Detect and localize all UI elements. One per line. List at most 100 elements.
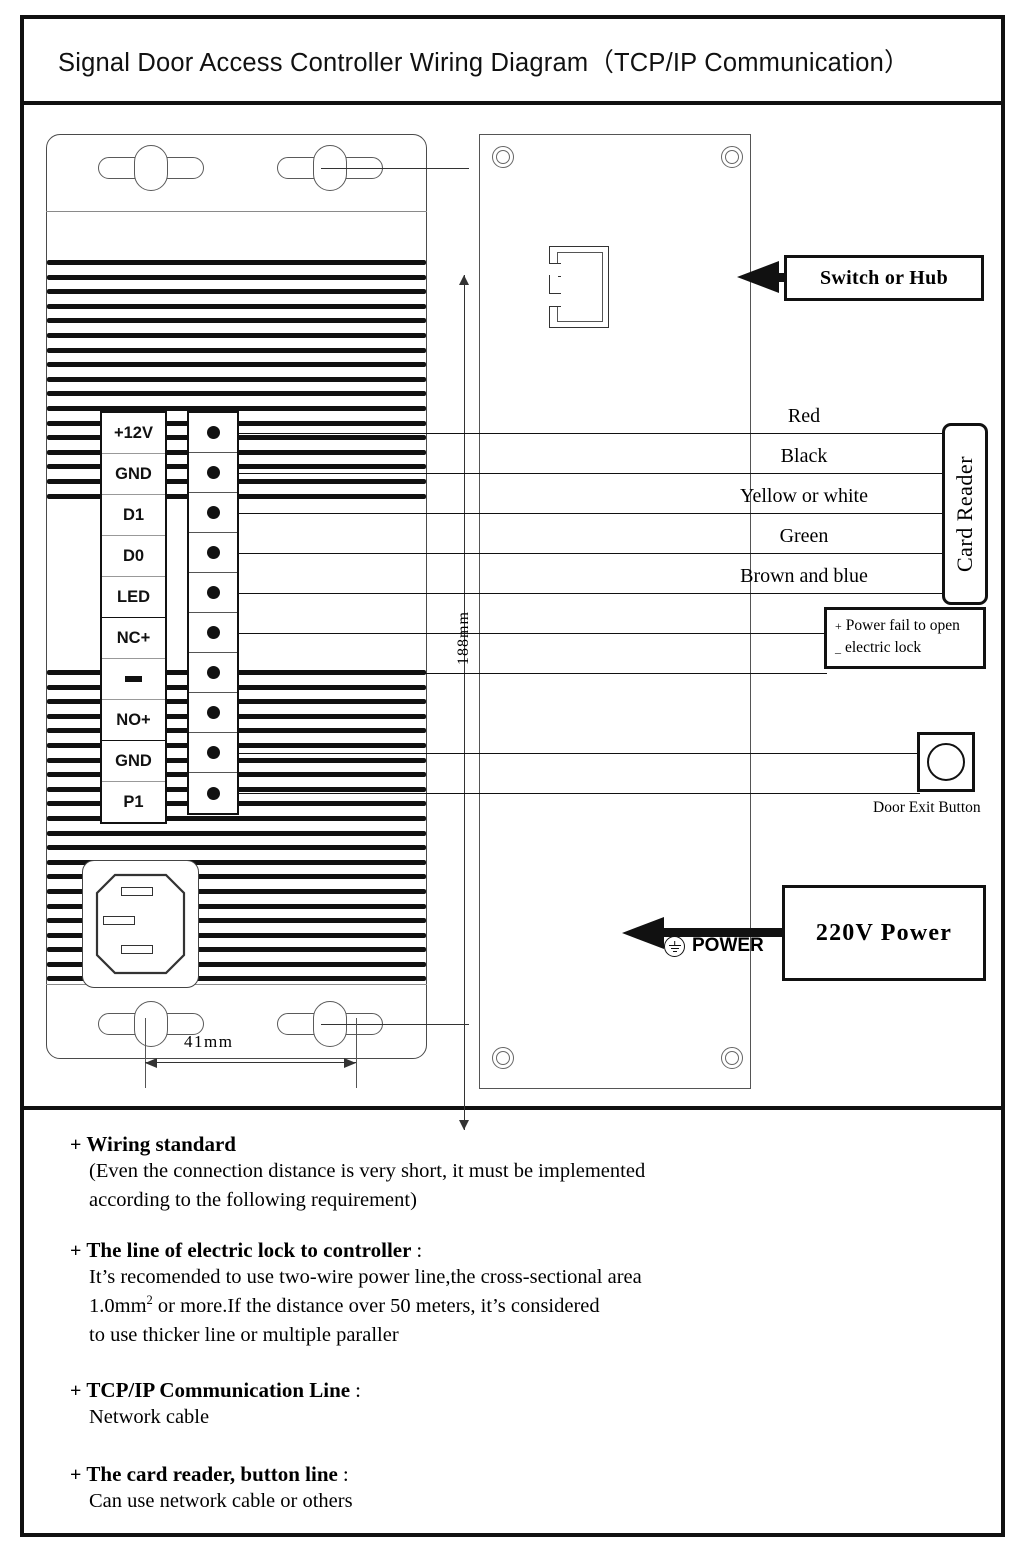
wire-card-reader-0: [239, 433, 945, 434]
note-heading-3: + The card reader, button line:: [70, 1462, 353, 1487]
note-item-0: + Wiring standard (Even the connection dis…: [70, 1132, 645, 1215]
terminal-label-12v-0: +12V: [114, 423, 153, 442]
terminal-dot-icon: [206, 586, 220, 599]
dimension-height-label: 188mm: [454, 611, 472, 665]
terminal-dot-icon: [206, 706, 220, 719]
screw-hole-bottom-left: [492, 1047, 514, 1069]
terminal-dot-icon: [206, 506, 220, 519]
wire-electric-lock-positive: [239, 633, 827, 634]
wire-card-reader-1: [239, 473, 945, 474]
terminal-dot-icon: [206, 626, 220, 639]
switch-arrow-head: [737, 261, 779, 293]
wire-label-red: Red: [787, 405, 821, 427]
terminal-dot-icon: [206, 746, 220, 759]
note-heading-text: The card reader, button line: [86, 1462, 338, 1486]
note-line-1-2: to use thicker line or multiple paraller: [89, 1324, 399, 1347]
terminal-label-gnd-8: GND: [102, 740, 165, 781]
note-item-2: + TCP/IP Communication Line: Network cable: [70, 1378, 361, 1432]
note-heading-1: + The line of electric lock to controller…: [70, 1238, 642, 1263]
note-bullet-icon: +: [70, 1240, 82, 1262]
note-heading-suffix: :: [355, 1378, 361, 1402]
electric-lock-plus-sign: +: [835, 619, 842, 633]
terminal-label-d0-3: D0: [102, 535, 165, 576]
wire-electric-lock-negative: [239, 673, 827, 674]
heatsink-fin: [47, 376, 426, 382]
note-heading-0: + Wiring standard: [70, 1132, 645, 1157]
terminal-label-p1-9: P1: [102, 781, 165, 822]
terminal-label-no-7: NO+: [102, 699, 165, 740]
terminal-label--6: [102, 658, 165, 699]
dimension-width-label: 41mm: [184, 1032, 234, 1051]
power-arrow-head: [622, 917, 664, 949]
dim-lead-top: [321, 168, 469, 169]
terminal-label-nc-5: NC+: [102, 617, 165, 658]
heatsink-fin: [47, 845, 426, 851]
note-line-0-0: (Even the connection distance is very sh…: [89, 1160, 646, 1182]
dim-ext-right: [356, 1018, 357, 1088]
note-heading-suffix: :: [342, 1462, 349, 1486]
heatsink-fin: [47, 332, 426, 338]
note-item-3: + The card reader, button line: Can use ne…: [70, 1462, 353, 1516]
heatsink-fin: [47, 260, 426, 265]
note-heading-text: TCP/IP Communication Line: [86, 1378, 351, 1402]
note-heading-suffix: :: [416, 1238, 423, 1262]
door-exit-button-icon: [917, 732, 975, 792]
note-line-1-1: 1.0mm2 or more.If the distance over 50 m…: [89, 1293, 600, 1318]
terminal-label-column: +12V GND D1 D0 LED NC+ NO+ GND P1: [100, 411, 167, 824]
wire-label-green: Green: [779, 525, 829, 547]
dimension-line-width: [145, 1058, 356, 1068]
rj45-jack-icon: [549, 246, 609, 328]
wire-exit-button-gnd: [239, 753, 920, 754]
note-heading-text: Wiring standard: [86, 1132, 236, 1156]
ground-symbol-icon: [664, 935, 685, 957]
electric-lock-minus-sign: _: [835, 641, 841, 655]
note-bullet-icon: +: [70, 1134, 82, 1156]
electric-lock-line-1: Power fail to open: [845, 617, 960, 634]
terminal-dot-icon: [206, 666, 220, 679]
terminal-pin-7[interactable]: [189, 693, 237, 733]
electric-lock-callout: + Power fail to open _ electric lock: [824, 607, 986, 669]
note-heading-2: + TCP/IP Communication Line:: [70, 1378, 361, 1403]
wire-exit-button-p1: [239, 793, 920, 794]
terminal-pin-2[interactable]: [189, 493, 237, 533]
note-bullet-icon: +: [70, 1464, 82, 1486]
terminal-pin-0[interactable]: [189, 413, 237, 453]
terminal-pin-1[interactable]: [189, 453, 237, 493]
terminal-pin-6[interactable]: [189, 653, 237, 693]
heatsink-fin: [47, 274, 426, 280]
note-line-0-1: according to the following requirement): [89, 1189, 417, 1212]
power-arrow-shaft: [664, 928, 784, 937]
power-label-group: POWER: [664, 935, 764, 957]
switch-or-hub-callout: Switch or Hub: [784, 255, 984, 301]
note-line-3-0: Can use network cable or others: [89, 1490, 353, 1512]
wire-label-yellow-or-white: Yellow or white: [740, 485, 868, 507]
terminal-pin-3[interactable]: [189, 533, 237, 573]
screw-hole-bottom-right: [721, 1047, 743, 1069]
wire-card-reader-4: [239, 593, 945, 594]
power-220v-callout: 220V Power: [782, 885, 986, 981]
terminal-pin-8[interactable]: [189, 733, 237, 773]
dimension-line-height: [464, 275, 465, 1130]
door-exit-button-label: Door Exit Button: [873, 799, 981, 816]
terminal-pin-column: [187, 411, 239, 815]
terminal-pin-4[interactable]: [189, 573, 237, 613]
mounting-slot-top-left: [98, 145, 204, 191]
wire-label-black: Black: [780, 445, 828, 467]
iec-power-inlet-icon: [82, 860, 199, 988]
wiring-diagram-area: 188mm 41mm +12V GND D1 D0 LED NC+ NO+ GND P1 POW…: [24, 105, 1001, 1130]
screw-hole-top-left: [492, 146, 514, 168]
wiring-standard-notes: + Wiring standard (Even the connection dis…: [24, 1110, 1001, 1537]
terminal-pin-9[interactable]: [189, 773, 237, 813]
note-line-2-0: Network cable: [89, 1406, 210, 1428]
terminal-label-gnd-1: GND: [102, 453, 165, 494]
card-reader-callout: Card Reader: [942, 423, 988, 605]
heatsink-fin: [47, 318, 426, 324]
note-item-1: + The line of electric lock to controller…: [70, 1238, 642, 1350]
terminal-pin-5[interactable]: [189, 613, 237, 653]
terminal-label-d1-2: D1: [102, 494, 165, 535]
note-bullet-icon: +: [70, 1380, 82, 1402]
terminal-dot-icon: [206, 466, 220, 479]
heatsink-fin: [47, 303, 426, 309]
title-bar: Signal Door Access Controller Wiring Dia…: [24, 19, 1001, 105]
page-title: Signal Door Access Controller Wiring Dia…: [58, 48, 910, 77]
